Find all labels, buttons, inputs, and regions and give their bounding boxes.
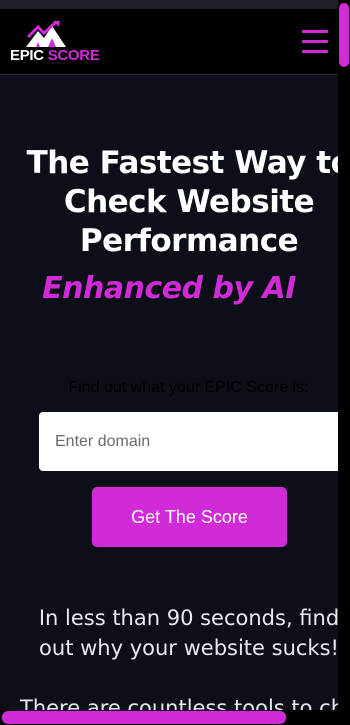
logo-word-epic: EPIC (10, 47, 44, 64)
get-score-button[interactable]: Get The Score (92, 487, 287, 547)
epic-score-logo[interactable]: EPIC SCORE (10, 21, 100, 65)
menu-bar-top (302, 30, 328, 33)
domain-input[interactable] (39, 412, 338, 471)
vertical-scrollbar-thumb[interactable] (339, 3, 349, 67)
page: EPIC SCORE The Fastest Way to Check Webs… (0, 0, 350, 725)
info-text-line1: In less than 90 seconds, find out why yo… (38, 606, 340, 660)
hero-title: The Fastest Way to Check Website Perform… (26, 145, 350, 259)
logo-word-score: SCORE (47, 47, 100, 64)
site-header: EPIC SCORE (0, 9, 338, 75)
hero-subtitle: Enhanced by AI (42, 271, 296, 306)
menu-bar-bottom (302, 50, 328, 53)
horizontal-scrollbar-thumb[interactable] (2, 711, 286, 724)
mountain-chart-icon (26, 21, 66, 47)
score-prompt: Find out what your EPIC Score is: (68, 379, 309, 396)
logo-wordmark: EPIC SCORE (10, 48, 100, 64)
vertical-scrollbar-track[interactable] (338, 0, 350, 725)
menu-bar-middle (302, 40, 328, 43)
top-strip (0, 0, 338, 9)
hamburger-menu-icon[interactable] (300, 27, 330, 57)
